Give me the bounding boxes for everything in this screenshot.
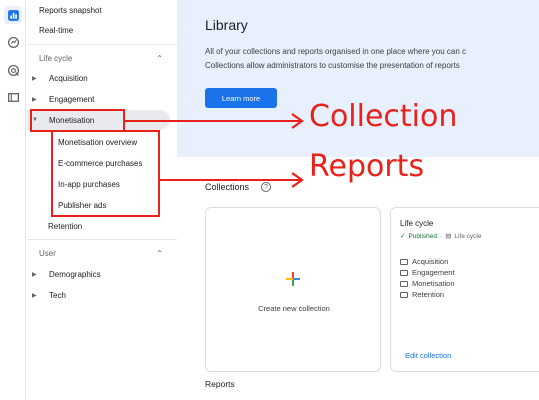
status-badge: Published — [408, 232, 438, 240]
caret-right-icon: ▶ — [32, 75, 37, 82]
nav-item-realtime[interactable]: Real-time — [27, 20, 177, 40]
nav-item-acquisition[interactable]: ▶ Acquisition — [27, 68, 177, 88]
nav-item-reports-snapshot[interactable]: Reports snapshot — [27, 0, 177, 20]
learn-more-button[interactable]: Learn more — [205, 88, 277, 108]
folder-icon — [400, 280, 408, 287]
caret-right-icon: ▶ — [32, 292, 37, 299]
edit-collection-link[interactable]: Edit collection — [405, 351, 451, 360]
icon-rail — [0, 0, 26, 400]
caret-right-icon: ▶ — [32, 96, 37, 103]
folder-icon — [400, 258, 408, 265]
reports-annotation-label: Reports — [309, 149, 425, 184]
plus-icon — [286, 272, 300, 286]
caret-right-icon: ▶ — [32, 271, 37, 278]
nav-item-label: Engagement — [49, 94, 95, 104]
reports-icon[interactable] — [4, 6, 22, 24]
collection-topic-label: Monetisation — [412, 279, 455, 288]
library-icon[interactable] — [4, 88, 22, 106]
chevron-up-icon: ⌃ — [156, 53, 163, 63]
nav-item-label: Reports snapshot — [39, 5, 102, 15]
nav-divider — [27, 239, 177, 240]
page-title: Library — [205, 17, 248, 33]
nav-item-label: Acquisition — [49, 73, 88, 83]
explore-icon[interactable] — [4, 33, 22, 51]
nav-item-label: Demographics — [49, 269, 101, 279]
nav-item-demographics[interactable]: ▶ Demographics — [27, 264, 177, 284]
monetisation-highlight-box — [30, 109, 125, 132]
lifecycle-collection-card[interactable]: Life cycle ✓ Published · ▤ Life cycle Ac… — [390, 207, 539, 372]
collection-topic-label: Acquisition — [412, 257, 449, 266]
collection-status: ✓ Published · ▤ Life cycle — [400, 232, 482, 241]
nav-item-tech[interactable]: ▶ Tech — [27, 285, 177, 305]
library-main: Library All of your collections and repo… — [177, 0, 539, 400]
nav-item-label: Real-time — [39, 25, 74, 35]
nav-section-user[interactable]: User ⌃ — [27, 243, 177, 263]
chevron-up-icon: ⌃ — [156, 248, 163, 258]
reports-section-title: Reports — [205, 379, 235, 389]
advertising-icon[interactable] — [4, 61, 22, 79]
separator-dot: · — [440, 232, 443, 240]
collection-topic: Acquisition — [400, 257, 448, 266]
template-icon: ▤ — [445, 233, 452, 240]
library-description-line-1: All of your collections and reports orga… — [205, 47, 467, 56]
nav-item-retention[interactable]: Retention — [27, 216, 177, 236]
nav-item-label: Tech — [49, 290, 66, 300]
template-label: Life cycle — [454, 232, 482, 240]
create-collection-card[interactable]: Create new collection — [205, 207, 381, 372]
collection-topic: Engagement — [400, 268, 455, 277]
collection-topic-label: Retention — [412, 290, 445, 299]
nav-item-label: Retention — [48, 221, 83, 231]
check-circle-icon: ✓ — [400, 233, 406, 240]
collection-annotation-label: Collection — [309, 99, 458, 134]
nav-section-lifecycle[interactable]: Life cycle ⌃ — [27, 48, 177, 68]
help-icon[interactable]: ? — [261, 182, 271, 192]
nav-section-label: Life cycle — [39, 53, 73, 63]
collection-topic: Retention — [400, 290, 444, 299]
folder-icon — [400, 269, 408, 276]
library-description-line-2: Collections allow administrators to cust… — [205, 61, 460, 70]
collection-topic-label: Engagement — [412, 268, 455, 277]
reports-highlight-box — [51, 130, 160, 217]
create-collection-label: Create new collection — [258, 304, 330, 313]
folder-icon — [400, 291, 408, 298]
collection-topic: Monetisation — [400, 279, 455, 288]
collections-title: Collections — [205, 182, 250, 192]
nav-item-engagement[interactable]: ▶ Engagement — [27, 89, 177, 109]
collection-title: Life cycle — [400, 219, 434, 228]
nav-divider — [27, 44, 177, 45]
nav-section-label: User — [39, 248, 56, 258]
